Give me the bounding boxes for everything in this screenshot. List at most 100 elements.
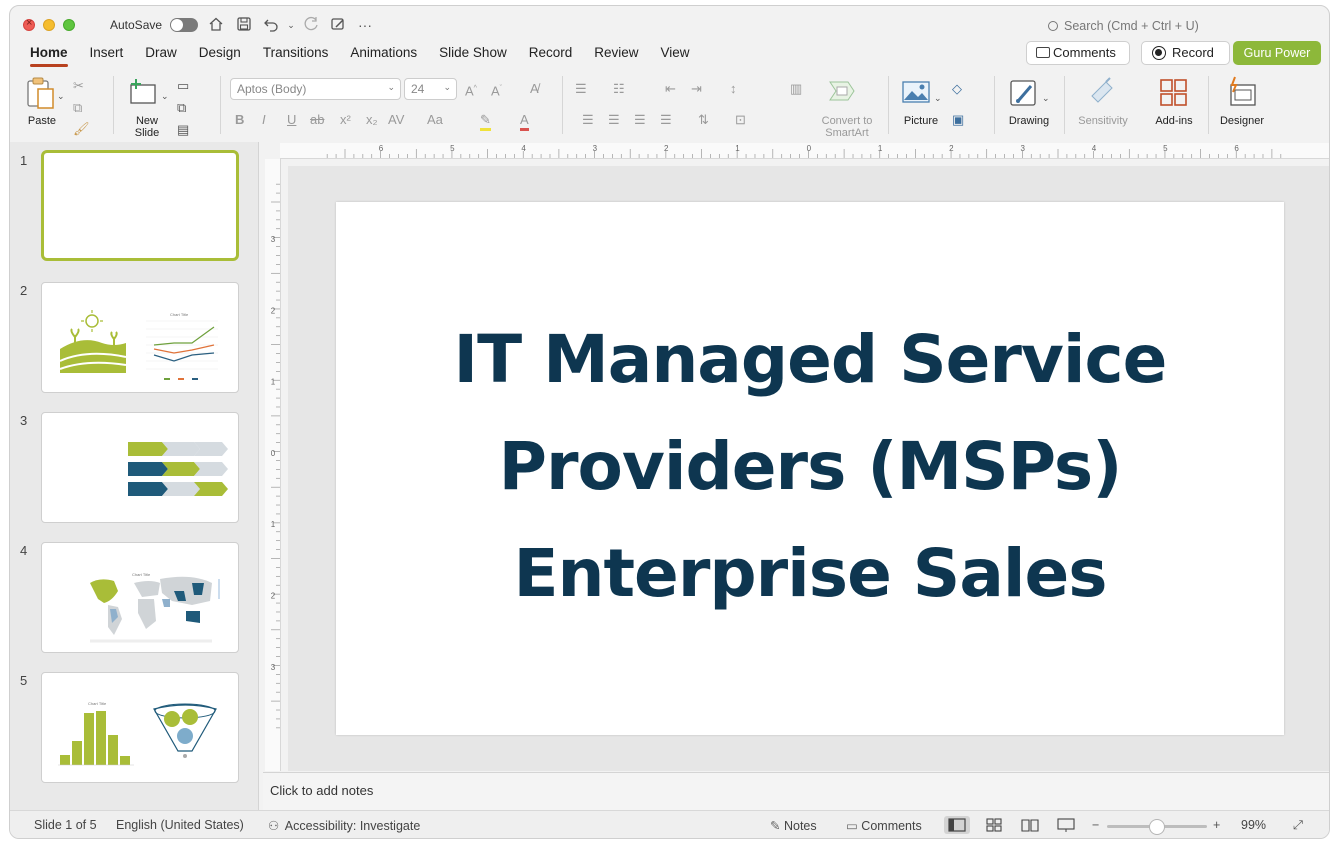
align-right-icon[interactable]: ☰ [634,112,646,128]
tab-home[interactable]: Home [20,44,80,68]
numbering-icon[interactable]: ☷ [613,81,625,97]
status-comments-button[interactable]: ▭ Comments [846,818,922,833]
zoom-out-button[interactable]: − [1092,818,1099,832]
ribbon-separator [994,76,995,134]
tab-transitions[interactable]: Transitions [253,44,341,68]
slide-thumbnail-4[interactable]: Chart Title [41,542,239,653]
fit-to-window-icon[interactable]: ⤢ [1293,818,1303,833]
designer-icon[interactable] [1226,76,1258,108]
zoom-slider-knob[interactable] [1149,819,1165,835]
increase-indent-icon[interactable]: ⇥ [691,81,702,97]
slide-thumbnail-3[interactable] [41,412,239,523]
save-icon[interactable] [235,16,253,34]
tab-design[interactable]: Design [189,44,253,68]
new-slide-icon[interactable] [128,78,158,108]
search-box[interactable]: Search (Cmd + Ctrl + U) [1048,19,1199,33]
text-direction-icon[interactable]: ⇅ [698,112,709,128]
slide-thumbnail-5[interactable]: Chart Title [41,672,239,783]
section-icon[interactable]: ▤ [177,122,189,138]
picture-dropdown-chevron-icon[interactable]: ⌄ [934,90,942,106]
customize-icon[interactable] [329,16,347,34]
paste-dropdown-chevron-icon[interactable]: ⌄ [57,88,65,104]
highlight-icon[interactable]: ✎ [480,112,491,131]
zoom-in-button[interactable]: + [1213,818,1220,832]
search-icon [1048,21,1058,31]
comment-icon [1036,47,1050,58]
new-slide-label: New Slide [127,115,167,139]
undo-dropdown-chevron-icon[interactable]: ⌄ [282,16,300,34]
close-window-button[interactable] [23,17,35,31]
tab-insert[interactable]: Insert [80,44,136,68]
italic-icon[interactable]: I [262,112,266,128]
tab-slide-show[interactable]: Slide Show [429,44,519,68]
shapes-icon[interactable]: ◇ [952,81,962,97]
record-button[interactable]: Record [1141,41,1230,65]
undo-icon[interactable] [262,16,280,34]
normal-view-button[interactable] [944,816,970,834]
comments-button[interactable]: Comments [1026,41,1130,65]
change-case-icon[interactable]: Aa [427,112,443,128]
strikethrough-icon[interactable]: ab [310,112,324,128]
autosave-toggle[interactable] [170,18,198,32]
slide-sorter-view-button[interactable] [981,816,1007,834]
align-left-icon[interactable]: ☰ [582,112,594,128]
tab-draw[interactable]: Draw [135,44,189,68]
zoom-level[interactable]: 99% [1241,818,1266,832]
format-painter-icon[interactable]: 🖌 [73,121,90,137]
tab-review[interactable]: Review [584,44,650,68]
shrink-font-icon[interactable]: Aˇ [491,81,502,99]
notes-button[interactable]: ✎ Notes [770,818,817,833]
justify-icon[interactable]: ☰ [660,112,672,128]
align-text-icon[interactable]: ⊡ [735,112,746,128]
ruler-label: 6 [379,144,384,153]
slide-show-view-button[interactable] [1053,816,1079,834]
slide-thumbnail-1[interactable] [41,150,239,261]
line-spacing-icon[interactable]: ↕ [730,81,737,97]
reset-slide-icon[interactable]: ⧉ [177,100,186,116]
home-icon[interactable] [207,16,225,34]
bullets-icon[interactable]: ☰ [575,81,587,97]
guru-power-button[interactable]: Guru Power [1233,41,1321,65]
new-slide-dropdown-chevron-icon[interactable]: ⌄ [161,88,169,104]
copy-icon[interactable]: ⧉ [73,100,82,116]
font-size-select[interactable]: 24 ⌄ [404,78,457,100]
decrease-indent-icon[interactable]: ⇤ [665,81,676,97]
font-color-icon[interactable]: A [520,112,529,131]
reading-view-button[interactable] [1017,816,1043,834]
smartart-icon[interactable] [828,78,858,106]
drawing-dropdown-chevron-icon[interactable]: ⌄ [1042,90,1050,106]
bold-icon[interactable]: B [235,112,244,128]
clear-formatting-icon[interactable]: A̸ [530,81,539,97]
columns-icon[interactable]: ▥ [790,81,802,97]
redo-icon[interactable] [302,16,320,34]
font-name-select[interactable]: Aptos (Body) ⌄ [230,78,401,100]
superscript-icon[interactable]: x² [340,112,351,128]
current-slide[interactable]: IT Managed Service Providers (MSPs) Ente… [336,202,1284,735]
language-indicator[interactable]: English (United States) [116,818,244,832]
grow-font-icon[interactable]: A^ [465,81,477,99]
tab-record[interactable]: Record [519,44,585,68]
picture-icon[interactable] [901,80,931,106]
notes-pane[interactable]: Click to add notes [263,772,1329,810]
accessibility-status[interactable]: ⚇ Accessibility: Investigate [268,818,420,833]
slide-thumbnail-2[interactable]: Chart Title [41,282,239,393]
layout-icon[interactable]: ▭ [177,78,189,94]
tab-view[interactable]: View [651,44,702,68]
align-center-icon[interactable]: ☰ [608,112,620,128]
subscript-icon[interactable]: x₂ [366,112,378,128]
paste-icon[interactable] [24,76,58,110]
record-icon [1152,46,1166,60]
new-slide-label-line2: Slide [134,127,160,139]
cut-icon[interactable]: ✂ [73,78,84,94]
underline-icon[interactable]: U [287,112,296,128]
textbox-icon[interactable]: ▣ [952,112,964,128]
character-spacing-icon[interactable]: AV [388,112,404,128]
tab-animations[interactable]: Animations [340,44,429,68]
zoom-window-button[interactable] [63,19,75,31]
minimize-window-button[interactable] [43,19,55,31]
more-options-icon[interactable]: ··· [356,16,374,34]
addins-icon[interactable] [1159,78,1189,108]
sensitivity-icon[interactable] [1086,76,1116,106]
drawing-icon[interactable] [1009,78,1039,108]
slide-title[interactable]: IT Managed Service Providers (MSPs) Ente… [336,306,1284,627]
